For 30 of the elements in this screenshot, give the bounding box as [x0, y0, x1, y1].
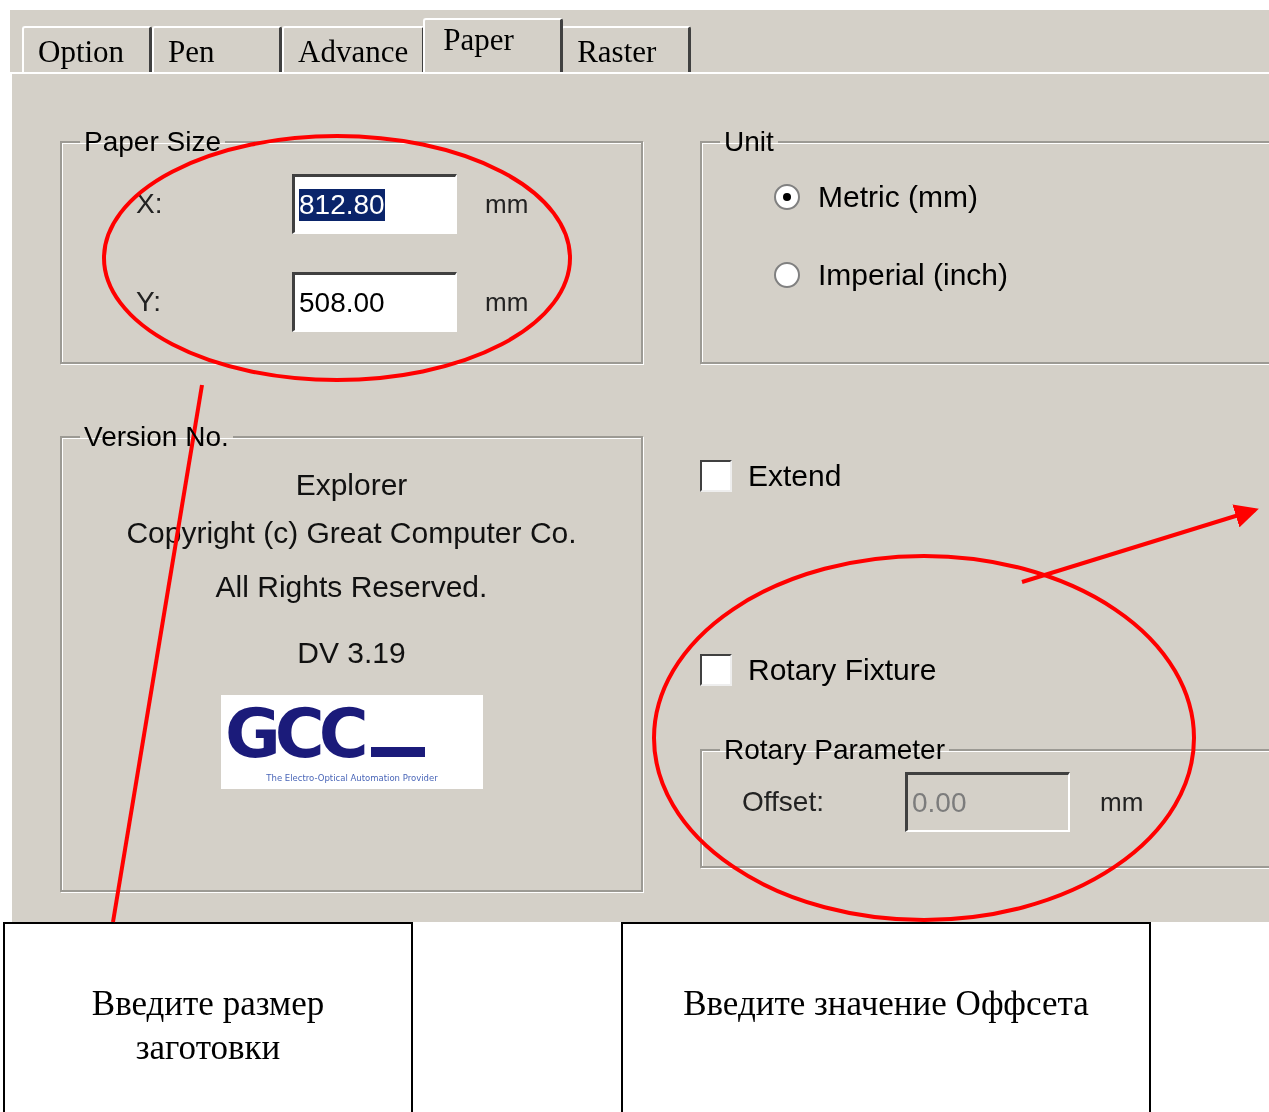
- tab[interactable]: Paper: [423, 18, 564, 72]
- callout-text: Введите размер заготовки: [3, 922, 413, 1112]
- tab[interactable]: Advance: [282, 26, 426, 72]
- unit-label: mm: [485, 188, 529, 220]
- group-title: Paper Size: [83, 125, 222, 159]
- radio-button[interactable]: [774, 184, 800, 210]
- unit-label: mm: [1100, 786, 1144, 818]
- checkbox-label: Extend: [748, 459, 842, 493]
- group-title: Unit: [723, 125, 775, 159]
- group-title: Rotary Parameter: [723, 733, 946, 767]
- checkbox[interactable]: [700, 654, 732, 686]
- input-field[interactable]: 812.80: [292, 174, 457, 234]
- version-text: Explorer: [295, 468, 408, 502]
- unit-label: mm: [485, 286, 529, 318]
- field-label: X:: [136, 188, 163, 219]
- tab[interactable]: Pen: [152, 26, 282, 72]
- callout-text: Введите значение Оффсета: [621, 922, 1151, 1112]
- company-logo: GCC The Electro-Optical Automation Provider: [220, 695, 483, 789]
- input-field[interactable]: 508.00: [292, 272, 457, 332]
- field-label: Y:: [136, 286, 161, 317]
- radio-button[interactable]: [774, 262, 800, 288]
- radio-label: Imperial (inch): [818, 258, 1009, 292]
- version-text: All Rights Reserved.: [215, 570, 488, 604]
- checkbox[interactable]: [700, 460, 732, 492]
- version-text: DV 3.19: [297, 636, 406, 670]
- tab[interactable]: Option: [22, 26, 152, 72]
- checkbox-label: Rotary Fixture: [748, 653, 937, 687]
- radio-label: Metric (mm): [818, 180, 978, 214]
- tab[interactable]: Raster: [561, 26, 692, 72]
- field-label: Offset:: [742, 786, 824, 817]
